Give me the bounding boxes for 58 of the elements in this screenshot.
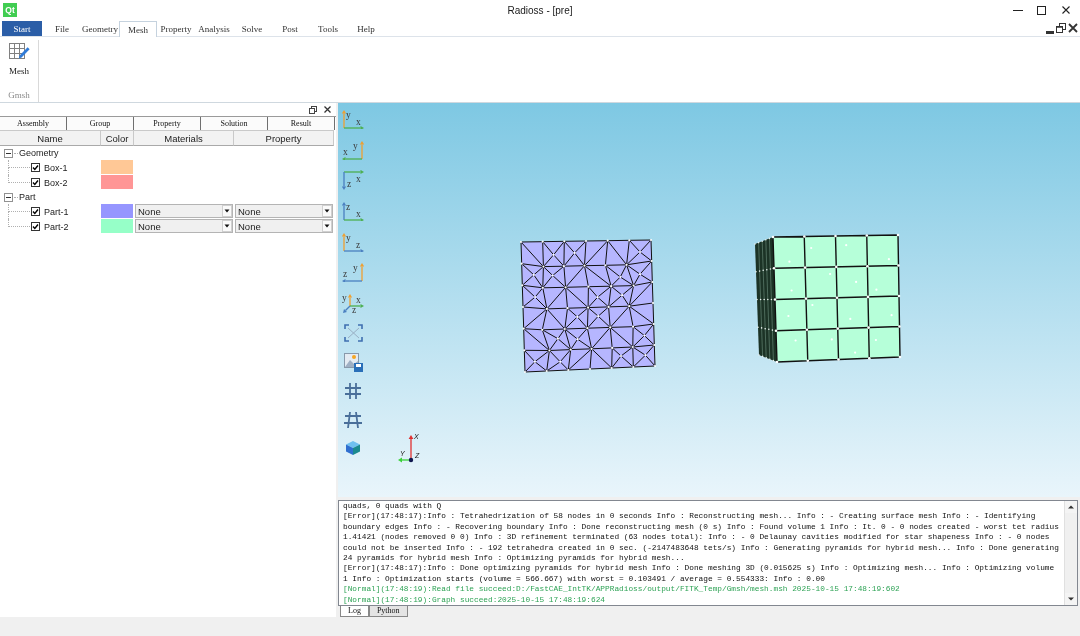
tab[interactable]: Property: [134, 117, 201, 130]
app-logo: Qt: [3, 3, 17, 17]
close-icon[interactable]: [1062, 6, 1070, 14]
checkbox[interactable]: [31, 178, 40, 187]
tab[interactable]: Solution: [201, 117, 268, 130]
tree-item[interactable]: Geometry: [19, 148, 59, 158]
property-dropdown[interactable]: None: [235, 204, 333, 218]
color-swatch[interactable]: [101, 204, 133, 218]
collapse-icon[interactable]: [4, 148, 13, 158]
group-label: Gmsh: [8, 90, 30, 102]
restore-icon[interactable]: [309, 105, 317, 114]
tab[interactable]: Result: [268, 117, 335, 130]
material-dropdown[interactable]: None: [135, 219, 233, 233]
menu-tab[interactable]: Tools: [309, 21, 347, 36]
color-swatch[interactable]: [101, 219, 133, 233]
tab[interactable]: Group: [67, 117, 134, 130]
menu-tab[interactable]: Geometry: [81, 21, 119, 36]
menu-tab[interactable]: Property: [157, 21, 195, 36]
image-save-icon[interactable]: [343, 352, 363, 372]
cube-icon[interactable]: [345, 439, 361, 456]
property-dropdown[interactable]: None: [235, 219, 333, 233]
column-header: Color: [101, 130, 134, 146]
collapse-icon[interactable]: [4, 192, 13, 202]
material-dropdown[interactable]: None: [135, 204, 233, 218]
menu-tab[interactable]: Analysis: [195, 21, 233, 36]
color-swatch[interactable]: [101, 160, 133, 174]
close-icon[interactable]: [324, 106, 331, 113]
restore-icon[interactable]: [1056, 23, 1066, 33]
tree-item[interactable]: Part-1: [44, 206, 69, 217]
column-header: Property: [234, 130, 334, 146]
window-title: Radioss - [pre]: [507, 4, 573, 16]
checkbox[interactable]: [31, 163, 40, 172]
column-header: Name: [0, 130, 101, 146]
menu-tab[interactable]: Post: [271, 21, 309, 36]
minimize-icon[interactable]: [1013, 8, 1023, 12]
tree-item[interactable]: Part-2: [44, 221, 69, 232]
checkbox[interactable]: [31, 222, 40, 231]
checkbox[interactable]: [31, 207, 40, 216]
maximize-icon[interactable]: [1037, 5, 1046, 15]
menu-tab[interactable]: Solve: [233, 21, 271, 36]
ribbon-button[interactable]: Mesh: [6, 42, 32, 77]
tab[interactable]: Assembly: [0, 117, 67, 130]
scrollbar[interactable]: [1064, 501, 1077, 605]
menu-tab[interactable]: Mesh: [119, 21, 157, 37]
tree-item[interactable]: Box-2: [44, 177, 68, 188]
tab[interactable]: Log: [340, 606, 369, 617]
expand-arrows-icon[interactable]: [343, 323, 363, 342]
tree-item[interactable]: Part: [19, 192, 36, 202]
tab[interactable]: Python: [368, 606, 408, 617]
menu-tab[interactable]: File: [43, 21, 81, 36]
close-icon[interactable]: [1068, 23, 1078, 33]
column-header: Materials: [134, 130, 234, 146]
menu-tab[interactable]: Help: [347, 21, 385, 36]
start-button[interactable]: Start: [2, 21, 42, 36]
perspective-grid-icon[interactable]: [344, 410, 362, 429]
grid-icon[interactable]: [344, 382, 362, 401]
color-swatch[interactable]: [101, 175, 133, 189]
tree-item[interactable]: Box-1: [44, 162, 68, 173]
